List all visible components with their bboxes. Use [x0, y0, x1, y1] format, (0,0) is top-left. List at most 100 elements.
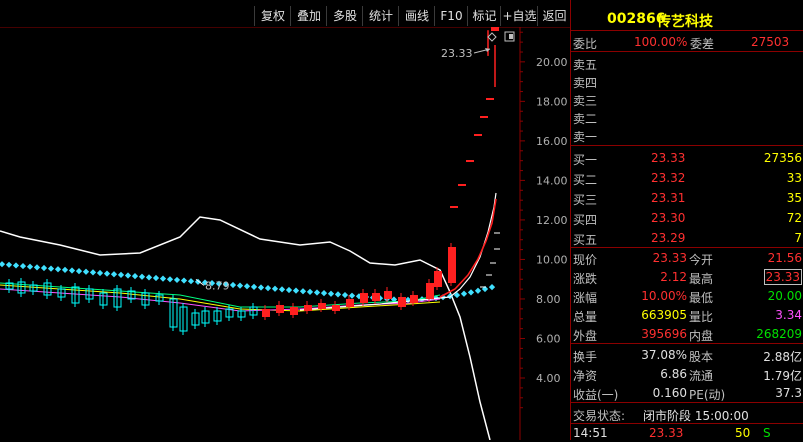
buy-level-price: 23.32 — [651, 171, 686, 185]
middle-band-marker — [33, 264, 41, 271]
middle-band-marker — [299, 288, 307, 295]
fundamental-value: 2.88亿 — [763, 350, 802, 364]
y-tick-label: 10.00 — [536, 253, 568, 266]
weibi-row: 委比 100.00% 委差 27503 — [571, 33, 803, 51]
quote-panel: 002866 传艺科技 委比 100.00% 委差 27503 卖五 卖四 卖三 卖二 卖一 买一… — [570, 0, 803, 440]
toolbar-button-5[interactable]: F10 — [434, 6, 468, 26]
buy-level-volume: 7 — [794, 231, 802, 245]
fundamental-row: 换手 37.08% 股本 2.88亿 — [571, 346, 803, 364]
fundamental-label: 股本 — [689, 350, 714, 364]
sell-level-label: 卖二 — [573, 112, 598, 126]
toolbar-button-4[interactable]: 画线 — [398, 6, 435, 26]
chart-toolbar: 复权 叠加 多股 统计 画线 F10 标记 +自选 返回 — [0, 0, 570, 27]
middle-band-marker — [327, 290, 335, 297]
quote-value: 663905 — [641, 308, 687, 322]
candle-body-up — [426, 283, 434, 299]
candle-body-up — [318, 303, 326, 309]
middle-band-marker — [474, 287, 482, 294]
middle-band-marker — [159, 275, 167, 282]
candle-body-up — [410, 295, 418, 303]
quote-label: 最低 — [689, 291, 714, 305]
tick-side: S — [763, 426, 771, 440]
middle-band-marker — [5, 261, 13, 268]
middle-band-marker — [12, 262, 20, 269]
fundamental-value: 37.3 — [775, 386, 802, 400]
middle-band-marker — [47, 265, 55, 272]
fundamental-label: PE(动) — [689, 388, 726, 402]
fundamental-value: 6.86 — [660, 367, 687, 381]
middle-band-marker — [173, 276, 181, 284]
kline-chart[interactable]: 22.00 20.00 18.00 16.00 14.00 12.00 10.00 8.00 6… — [0, 27, 570, 440]
upper-band-line — [0, 216, 491, 440]
quote-label: 总量 — [573, 310, 598, 324]
tick-row: 14:51 23.33 50 S — [571, 424, 803, 442]
middle-band-marker — [117, 271, 125, 279]
buy-level-price: 23.29 — [651, 231, 686, 245]
toolbar-button-7[interactable]: +自选 — [500, 6, 538, 26]
middle-band-marker — [152, 274, 160, 282]
candle-body-up — [448, 247, 456, 283]
middle-band-marker — [103, 270, 111, 277]
toolbar-button-6[interactable]: 标记 — [467, 6, 501, 26]
middle-band-marker — [124, 272, 132, 279]
y-tick-label: 12.00 — [536, 214, 568, 227]
quote-label: 最高 — [689, 272, 714, 286]
panel-divider — [571, 51, 803, 52]
middle-band-marker — [278, 286, 286, 293]
buy-level-volume: 27356 — [763, 151, 802, 165]
middle-band-marker — [75, 267, 83, 275]
trade-status-value: 闭市阶段 15:00:00 — [643, 409, 749, 423]
toolbar-button-3[interactable]: 统计 — [362, 6, 399, 26]
middle-band-marker — [229, 281, 237, 289]
sell-level-row: 卖三 — [571, 90, 803, 108]
middle-band-marker — [334, 291, 342, 298]
sell-level-label: 卖三 — [573, 94, 598, 108]
buy-level-label: 买五 — [573, 233, 598, 247]
y-tick-label: 8.00 — [536, 293, 561, 306]
toolbar-button-1[interactable]: 叠加 — [290, 6, 327, 26]
middle-band-marker — [257, 284, 265, 291]
buy-level-label: 买二 — [573, 173, 598, 187]
middle-band-marker — [243, 283, 251, 290]
sell-level-row: 卖一 — [571, 126, 803, 144]
diamond-icon — [487, 32, 497, 42]
middle-band-marker — [292, 287, 300, 294]
middle-band-marker — [236, 282, 244, 289]
sell-level-label: 卖五 — [573, 58, 598, 72]
toolbar-button-2[interactable]: 多股 — [326, 6, 363, 26]
candle-body-up — [360, 293, 368, 303]
buy-level-row: 买三 23.31 35 — [571, 189, 803, 207]
fundamental-label: 流通 — [689, 369, 714, 383]
fundamental-value: 37.08% — [641, 348, 687, 362]
top-candle-body — [491, 27, 499, 32]
high-price-label: 23.33 — [441, 47, 473, 60]
toolbar-button-8[interactable]: 返回 — [537, 6, 571, 26]
toolbar-button-0[interactable]: 复权 — [254, 6, 291, 26]
quote-row: 外盘 395696 内盘 268209 — [571, 325, 803, 343]
middle-band-marker — [306, 288, 314, 296]
middle-band-marker — [341, 291, 349, 299]
y-tick-label: 22.00 — [536, 27, 568, 29]
middle-band-marker — [0, 261, 6, 268]
panel-divider — [571, 343, 803, 344]
buy-level-volume: 33 — [786, 171, 802, 185]
fundamental-label: 净资 — [573, 369, 598, 383]
middle-band-marker — [40, 264, 48, 272]
middle-band-marker — [460, 290, 468, 297]
sell-level-row: 卖二 — [571, 108, 803, 126]
middle-band-marker — [82, 268, 90, 275]
candle-body-up — [384, 291, 392, 299]
sell-level-row: 卖四 — [571, 72, 803, 90]
middle-band-marker — [467, 289, 475, 296]
quote-label: 涨幅 — [573, 291, 598, 305]
middle-band-marker — [488, 284, 496, 291]
quote-row: 总量 663905 量比 3.34 — [571, 306, 803, 324]
y-tick-label: 16.00 — [536, 135, 568, 148]
buy-level-label: 买四 — [573, 213, 598, 227]
buy-level-row: 买二 23.32 33 — [571, 169, 803, 187]
quote-row: 涨幅 10.00% 最低 20.00 — [571, 287, 803, 305]
middle-band-marker — [61, 266, 69, 273]
middle-band-marker — [271, 285, 279, 292]
weibi-value: 100.00% — [634, 35, 688, 49]
stock-header: 002866 传艺科技 — [571, 6, 803, 30]
